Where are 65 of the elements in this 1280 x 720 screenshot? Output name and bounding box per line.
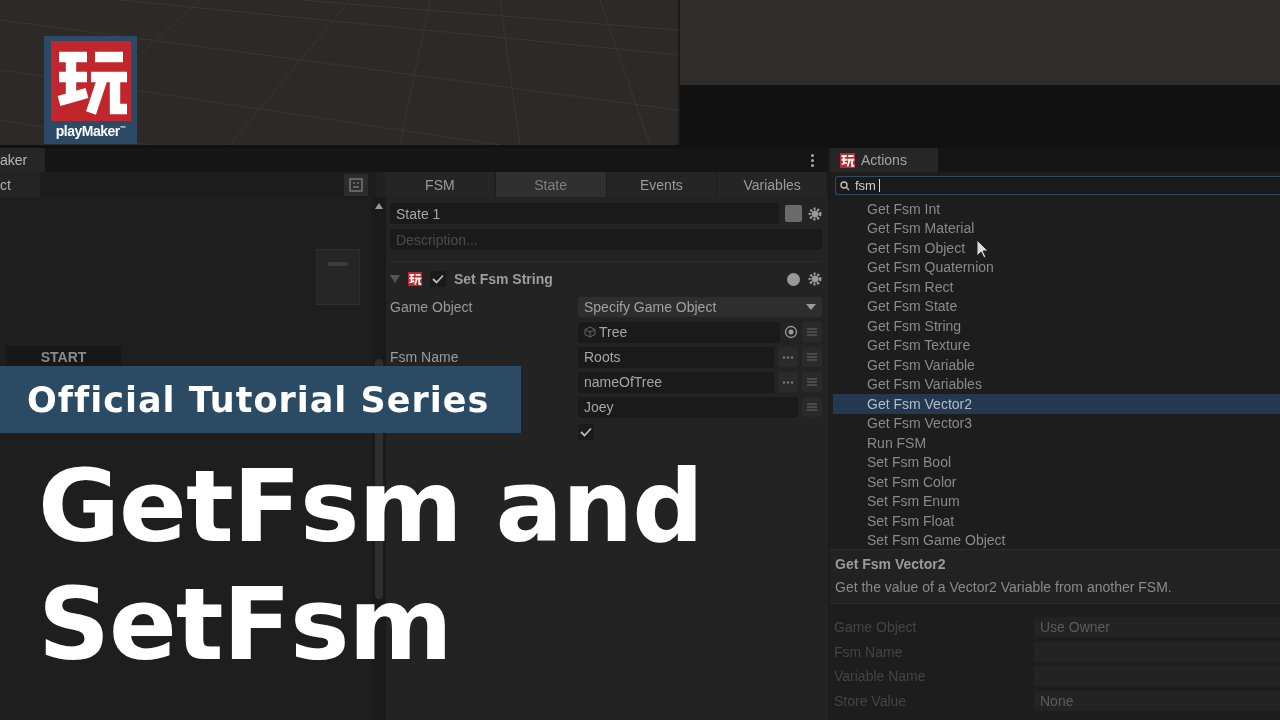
action-item[interactable]: Set Fsm Color	[833, 472, 1280, 492]
action-item[interactable]: Get Fsm Vector3	[833, 413, 1280, 433]
toolbar-button[interactable]	[344, 173, 368, 196]
logo-icon	[408, 272, 422, 286]
color-swatch[interactable]	[785, 205, 802, 222]
state-name-field[interactable]: State 1	[390, 203, 779, 224]
action-item[interactable]: Set Fsm Enum	[833, 491, 1280, 511]
dropdown[interactable]: Specify Game Object	[578, 297, 822, 317]
action-item[interactable]: Get Fsm Variable	[833, 355, 1280, 375]
video-title: GetFsm and	[38, 448, 703, 566]
action-item[interactable]: Get Fsm Rect	[833, 277, 1280, 297]
minimap	[316, 249, 360, 305]
action-item[interactable]: Run FSM	[833, 433, 1280, 453]
field-label: Game Object	[390, 299, 473, 315]
action-item[interactable]: Get Fsm Variables	[833, 374, 1280, 394]
start-node[interactable]: START	[6, 346, 121, 367]
menu-icon	[806, 377, 818, 387]
more-icon[interactable]	[811, 153, 814, 167]
video-title: SetFsm	[38, 566, 453, 684]
logo-text: playMaker$^{™}$	[55, 123, 126, 139]
menu-icon	[806, 327, 818, 337]
ellipsis-icon	[782, 380, 794, 384]
action-item[interactable]: Get Fsm Int	[833, 199, 1280, 219]
tab[interactable]: State	[495, 172, 607, 197]
checkbox[interactable]	[578, 424, 594, 440]
action-item[interactable]: Get Fsm Vector2	[833, 394, 1280, 414]
field-label: Fsm Name	[390, 349, 459, 365]
cursor-icon	[976, 239, 990, 259]
target-icon[interactable]	[784, 325, 798, 339]
action-title: Set Fsm String	[454, 271, 553, 287]
logo-icon	[840, 152, 855, 168]
action-name: Get Fsm Vector2	[835, 556, 947, 572]
menu-icon	[806, 402, 818, 412]
action-item[interactable]: Get Fsm Quaternion	[833, 257, 1280, 277]
action-item[interactable]: Get Fsm Texture	[833, 335, 1280, 355]
series-text: Official Tutorial Series	[27, 379, 490, 420]
action-item[interactable]: Get Fsm State	[833, 296, 1280, 316]
cube-icon	[584, 326, 596, 338]
search-icon	[840, 180, 852, 191]
settings-icon[interactable]	[808, 272, 822, 286]
param-field: None	[1034, 690, 1280, 711]
menu-icon	[806, 352, 818, 362]
action-item[interactable]: Get Fsm Material	[833, 218, 1280, 238]
scroll-up-icon[interactable]	[375, 203, 383, 209]
action-item[interactable]: Set Fsm Bool	[833, 452, 1280, 472]
ellipsis-icon	[782, 355, 794, 359]
toolbar-label[interactable]: ct	[0, 172, 40, 197]
action-item[interactable]: Get Fsm String	[833, 316, 1280, 336]
action-item[interactable]: Set Fsm Float	[833, 511, 1280, 531]
action-item[interactable]: Get Fsm Object	[833, 238, 1280, 258]
action-description: Get the value of a Vector2 Variable from another FSM.	[835, 579, 1173, 595]
text-field[interactable]: nameOfTree	[578, 371, 774, 393]
panel-icon	[349, 177, 363, 192]
param-field: Use Owner	[1034, 617, 1280, 638]
object-field[interactable]: Tree	[578, 321, 780, 343]
help-icon[interactable]	[787, 272, 800, 286]
caret-icon	[806, 304, 816, 310]
enabled-checkbox[interactable]	[430, 271, 446, 287]
search-field[interactable]: fsm	[835, 176, 1280, 195]
text-field[interactable]: Roots	[578, 346, 774, 368]
text-field[interactable]: Joey	[578, 396, 798, 418]
settings-icon[interactable]	[808, 206, 822, 221]
window-tab[interactable]: aker	[0, 148, 45, 172]
action-item[interactable]: Set Fsm Game Object	[833, 530, 1280, 549]
window-tab[interactable]: Actions	[830, 148, 938, 172]
